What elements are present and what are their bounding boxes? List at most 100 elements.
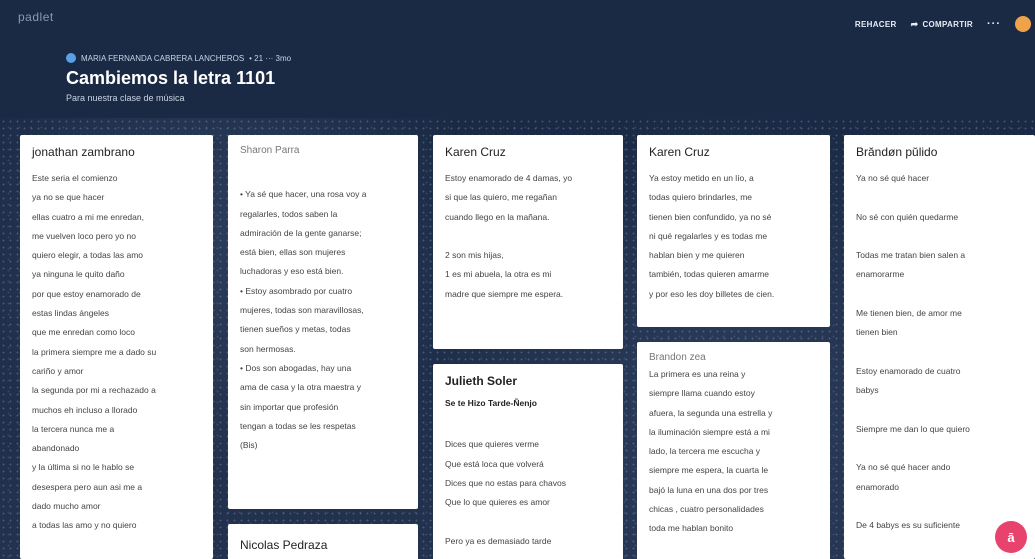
post-line — [856, 401, 1023, 420]
post-line: muchos eh incluso a llorado — [32, 404, 138, 415]
post-line: mujeres, todas son maravillosas, — [240, 305, 364, 316]
post-author: Karen Cruz — [649, 145, 710, 159]
post-subtitle: Se te Hizo Tarde-Ñenjo — [445, 398, 537, 408]
post-body: • Ya sé que hacer, una rosa voy a regalar… — [240, 166, 406, 455]
post-line — [856, 439, 1023, 458]
post-line — [856, 188, 1023, 207]
post-author: Nicolas Pedraza — [240, 538, 328, 552]
post-line: toda me hablan bonito — [649, 523, 734, 534]
post-card[interactable]: jonathan zambrano Este seria el comienzo… — [20, 135, 213, 559]
post-line: Siempre me dan lo que quiero — [856, 423, 970, 434]
post-line: Dices que quieres verme — [445, 439, 540, 450]
post-line: • Dos son abogadas, hay una — [240, 362, 352, 373]
post-line: (Bis) — [240, 440, 258, 451]
post-line: la primera siempre me a dado su — [32, 346, 157, 357]
post-line: afuera, la segunda una estrella y — [649, 407, 773, 418]
post-line: Me tienen bien, de amor me — [856, 308, 962, 319]
post-line: siempre me espera, la cuarta le — [649, 465, 769, 476]
author-name[interactable]: MARIA FERNANDA CABRERA LANCHEROS — [81, 54, 244, 63]
post-line: por que estoy enamorado de — [32, 288, 141, 299]
post-line: todas quiero brindarles, me — [649, 192, 753, 203]
post-line: Que lo que quieres es amor — [445, 497, 550, 508]
page-subtitle: Para nuestra clase de música — [66, 93, 185, 103]
more-menu-button[interactable]: ··· — [987, 18, 1001, 30]
post-line: la segunda por mi a rechazado a — [32, 385, 156, 396]
post-line: hablan bien y me quieren — [649, 250, 745, 261]
post-card[interactable]: Nicolas Pedraza — [228, 524, 418, 559]
post-body: Ya estoy metido en un lío, a todas quiero… — [649, 169, 818, 304]
post-line: Ya estoy metido en un lío, a — [649, 173, 754, 183]
post-line: bajó la luna en una dos por tres — [649, 484, 769, 495]
post-line: cariño y amor — [32, 365, 84, 376]
post-line: tengan a todas se les respetas — [240, 420, 356, 431]
post-line: si que las quiero, me regañan — [445, 192, 557, 203]
post-line — [240, 166, 406, 185]
post-line — [856, 227, 1023, 246]
post-line: luchadoras y eso está bien. — [240, 266, 344, 277]
post-line — [856, 497, 1023, 516]
post-line: desespera pero aun asi me a — [32, 481, 143, 492]
post-author: jonathan zambrano — [32, 145, 135, 159]
post-line: Pero ya es demasiado tarde — [445, 535, 552, 546]
post-card[interactable]: Brăndøn pŭlido Ya no sé qué hacer No sé c… — [844, 135, 1035, 559]
post-line: enamorado — [856, 481, 900, 492]
post-line: Este seria el comienzo — [32, 173, 118, 183]
share-icon: ➦ — [910, 18, 919, 29]
post-body: Ya no sé qué hacer No sé con quién quedar… — [856, 169, 1023, 536]
meta-info: • 21 ··· 3mo — [249, 53, 292, 63]
post-line: quiero elegir, a todas las amo — [32, 250, 144, 261]
post-line: y por eso les doy billetes de cien. — [649, 288, 775, 299]
share-button[interactable]: ➦ COMPARTIR — [911, 19, 973, 30]
redo-button[interactable]: REHACER — [855, 20, 897, 29]
post-author: Karen Cruz — [445, 145, 506, 159]
post-line: ama de casa y la otra maestra y — [240, 382, 361, 393]
post-line — [856, 343, 1023, 362]
post-card[interactable]: Brandon zea La primera es una reina y sie… — [637, 342, 830, 559]
post-line: también, todas quieren amarme — [649, 269, 770, 280]
brand-logo[interactable]: padlet — [18, 10, 54, 24]
post-line: son hermosas. — [240, 343, 296, 354]
post-line: ya ninguna le quito daño — [32, 269, 125, 280]
post-line: regalarles, todos saben la — [240, 208, 338, 219]
post-line: la iluminación siempre está a mi — [649, 426, 770, 437]
post-card[interactable]: Karen Cruz Estoy enamorado de 4 damas, y… — [433, 135, 623, 349]
post-line: Que está loca que volverá — [445, 458, 544, 469]
post-line: estas lindas ángeles — [32, 308, 110, 319]
post-line: ellas cuatro a mi me enredan, — [32, 211, 144, 222]
post-card[interactable]: Karen Cruz Ya estoy metido en un lío, a t… — [637, 135, 830, 327]
post-line: siempre llama cuando estoy — [649, 388, 755, 399]
post-line: 1 es mi abuela, la otra es mi — [445, 269, 552, 280]
post-author: Julieth Soler — [445, 374, 518, 388]
post-line: está bien, ellas son mujeres — [240, 247, 346, 258]
post-author: Sharon Parra — [240, 145, 300, 156]
post-line: que me enredan como loco — [32, 327, 136, 338]
post-line: Estoy enamorado de 4 damas, yo — [445, 173, 573, 183]
post-line: tienen bien — [856, 327, 898, 338]
post-line: abandonado — [32, 443, 80, 454]
add-post-button[interactable]: ā — [995, 521, 1027, 553]
post-line: y la última si no le hablo se — [32, 462, 135, 473]
post-line: admiración de la gente ganarse; — [240, 227, 362, 238]
post-line: enamorarme — [856, 269, 905, 280]
post-line: dado mucho amor — [32, 501, 101, 512]
user-avatar[interactable] — [1015, 16, 1031, 32]
post-line: lado, la tercera me escucha y — [649, 446, 761, 457]
post-meta: MARIA FERNANDA CABRERA LANCHEROS • 21 ··… — [66, 53, 291, 63]
post-card[interactable]: Julieth Soler Se te Hizo Tarde-Ñenjo Dic… — [433, 364, 623, 559]
post-body: Estoy enamorado de 4 damas, yo si que las… — [445, 169, 611, 304]
header: padlet REHACER ➦ COMPARTIR ··· MARIA FER… — [0, 0, 1035, 118]
post-line: 2 son mis hijas, — [445, 250, 504, 261]
post-body: La primera es una reina y siempre llama c… — [649, 365, 818, 539]
post-author: Brăndøn pŭlido — [856, 145, 938, 159]
post-card[interactable]: Sharon Parra • Ya sé que hacer, una rosa… — [228, 135, 418, 509]
post-body: Dices que quieres verme Que está loca que… — [445, 416, 611, 551]
author-avatar — [66, 53, 76, 63]
post-line — [856, 285, 1023, 304]
post-line: Ya no sé qué hacer — [856, 173, 930, 183]
post-line: chicas , cuatro personalidades — [649, 504, 764, 515]
page-title: Cambiemos la letra 1101 — [66, 68, 276, 88]
post-line — [445, 227, 611, 246]
post-line: ya no se que hacer — [32, 192, 105, 203]
post-line: madre que siempre me espera. — [445, 288, 564, 299]
post-line: sin importar que profesión — [240, 401, 339, 412]
